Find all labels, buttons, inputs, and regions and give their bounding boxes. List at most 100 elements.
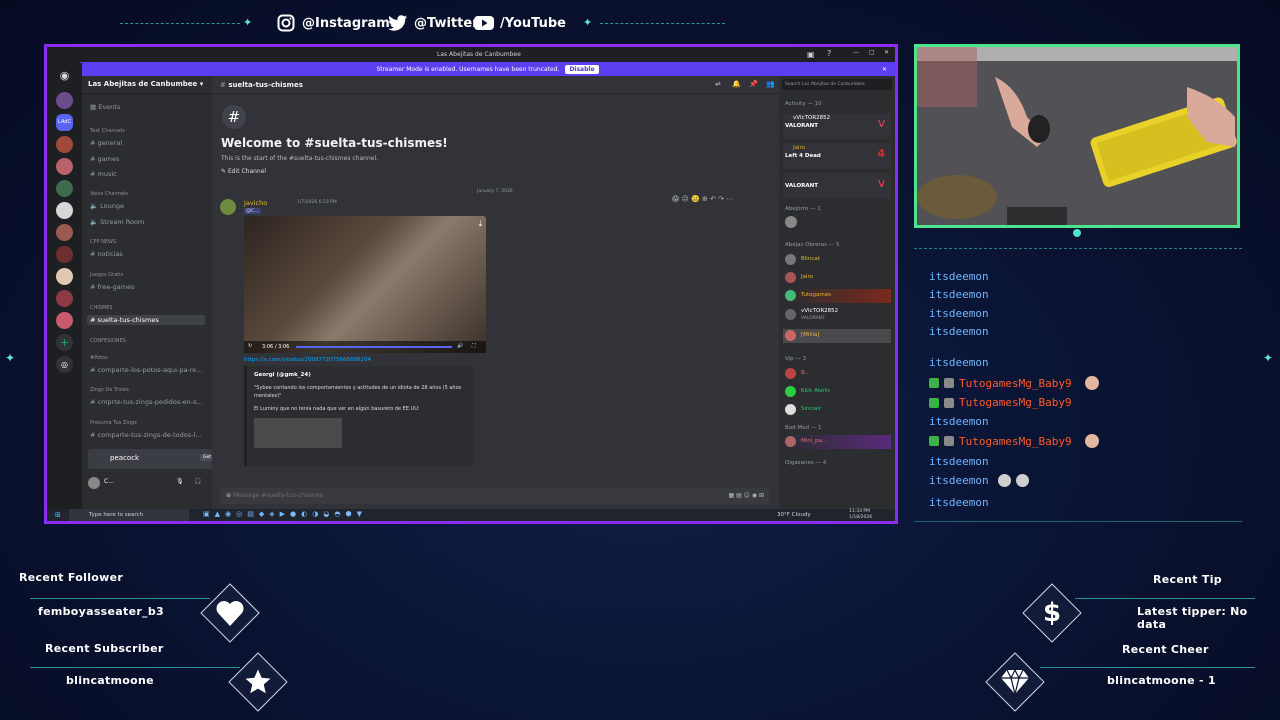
category-chismes[interactable]: CHISMES bbox=[90, 305, 113, 311]
member-section-header: Abejas Obreras — 5 bbox=[785, 242, 840, 248]
category-confesiones[interactable]: CONFESIONES bbox=[90, 338, 126, 344]
play-icon[interactable]: ↻ bbox=[248, 343, 252, 349]
avatar bbox=[785, 254, 796, 265]
help-icon[interactable]: ? bbox=[827, 49, 831, 58]
voice-channel-lounge[interactable]: 🔈 Lounge bbox=[90, 202, 124, 210]
member-item[interactable]: B... bbox=[783, 367, 891, 381]
avatar[interactable] bbox=[785, 216, 797, 228]
instagram-label: @Instagram bbox=[302, 15, 390, 31]
member-item[interactable]: Tutogames bbox=[783, 289, 891, 303]
server-icon[interactable] bbox=[56, 290, 73, 307]
minimize-icon[interactable]: — bbox=[853, 49, 859, 56]
add-server-icon[interactable]: + bbox=[56, 334, 73, 351]
member-item[interactable]: [Milila] bbox=[783, 329, 891, 343]
channel-music[interactable]: # music bbox=[90, 170, 117, 178]
reply-mention: @C... bbox=[244, 208, 262, 214]
members-search-input[interactable]: Search Las Abejitas de Canbumbee bbox=[782, 79, 892, 90]
server-icon[interactable] bbox=[56, 180, 73, 197]
accent-line bbox=[1075, 598, 1255, 599]
server-icon[interactable] bbox=[56, 268, 73, 285]
server-icon[interactable] bbox=[56, 92, 73, 109]
edit-channel-link[interactable]: ✎ Edit Channel bbox=[221, 168, 266, 175]
category-zings-presume[interactable]: Presume Tus Zings bbox=[90, 420, 137, 426]
message-reactions-toolbar[interactable]: 😱 😐 🤐 ⊕ ↶ ↷ ⋯ bbox=[672, 195, 733, 203]
composer-placeholder: Message #suelta-tus-chismes bbox=[232, 492, 323, 499]
channel-games[interactable]: # games bbox=[90, 155, 119, 163]
threads-icon[interactable]: ⇌ bbox=[715, 80, 721, 88]
members-toggle-icon[interactable]: 👥 bbox=[766, 80, 775, 88]
avatar[interactable] bbox=[88, 477, 100, 489]
tweet-link[interactable]: https://x.com/i/status/20087720756666862… bbox=[244, 357, 371, 363]
peacock-label: peacock bbox=[110, 454, 140, 462]
activity-card[interactable]: vVIcTOR2852 VALORANT V bbox=[783, 113, 891, 139]
server-icon[interactable] bbox=[56, 158, 73, 175]
discover-icon[interactable]: ◎ bbox=[56, 356, 73, 373]
discord-home-icon[interactable]: ◉ bbox=[56, 67, 73, 84]
category-text-channels[interactable]: Text Channels bbox=[90, 128, 125, 134]
server-icon[interactable] bbox=[56, 246, 73, 263]
windows-start-icon[interactable]: ⊞ bbox=[55, 511, 61, 519]
disable-streamer-mode-button[interactable]: Disable bbox=[565, 64, 599, 74]
instagram-link[interactable]: @Instagram bbox=[276, 13, 390, 33]
message-author[interactable]: Javicho bbox=[244, 199, 267, 207]
pin-icon[interactable]: 📌 bbox=[749, 80, 758, 88]
member-item[interactable]: vVIcTOR2852 VALORANT bbox=[783, 307, 891, 325]
composer-tools[interactable]: ▦ ▤ ☺ ◉ ⊞ bbox=[729, 492, 764, 499]
channel-label: cmprte-tus-zings-pedidos-en-s... bbox=[97, 398, 203, 406]
member-item[interactable]: Kick Alerts bbox=[783, 385, 891, 399]
member-item[interactable]: Jairo bbox=[783, 271, 891, 285]
download-icon[interactable]: ⤓ bbox=[478, 219, 482, 229]
avatar[interactable] bbox=[220, 199, 236, 215]
channel-potos[interactable]: # comparte-los-potos-aqui-pa-re... bbox=[90, 366, 203, 374]
channel-zings-troleo[interactable]: # cmprte-tus-zings-pedidos-en-s... bbox=[90, 398, 203, 406]
seek-bar[interactable] bbox=[296, 346, 452, 348]
taskbar-apps[interactable]: ▣▲◉◎▤◆◈▶●◐◑◒◓⬢▼ bbox=[203, 510, 367, 518]
member-item[interactable]: Sinclair bbox=[783, 403, 891, 417]
channel-general[interactable]: # general bbox=[90, 139, 122, 147]
member-name: Jairo bbox=[801, 274, 814, 280]
server-name: Las Abejitas de Canbumbee bbox=[88, 80, 198, 88]
member-item[interactable]: Mini_pa... bbox=[783, 435, 891, 449]
message-composer[interactable]: ⊕ Message #suelta-tus-chismes ▦ ▤ ☺ ◉ ⊞ bbox=[220, 488, 770, 504]
microphone-icon[interactable]: 🎙 bbox=[176, 478, 184, 485]
member-list: Search Las Abejitas de Canbumbee Activit… bbox=[779, 76, 895, 509]
headphones-icon[interactable]: 🎧 bbox=[194, 478, 201, 485]
attach-plus-icon[interactable]: ⊕ bbox=[226, 492, 233, 499]
channel-free-games[interactable]: # free-games bbox=[90, 283, 135, 291]
server-icon[interactable] bbox=[56, 202, 73, 219]
category-voice-channels[interactable]: Voice Channels bbox=[90, 191, 128, 197]
voice-channel-stream-room[interactable]: 🔈 Stream Room bbox=[90, 218, 144, 226]
inbox-icon[interactable]: ▣ bbox=[807, 50, 815, 59]
chat-username: itsdeemon bbox=[929, 496, 989, 509]
server-icon[interactable] bbox=[56, 224, 73, 241]
channel-label: general bbox=[97, 139, 123, 147]
server-icon[interactable] bbox=[56, 312, 73, 329]
video-attachment[interactable]: ⤓ ↻ 3:06 / 3:06 🔊 ⛶ bbox=[244, 216, 486, 353]
server-icon[interactable]: LAdC bbox=[56, 114, 73, 131]
server-icon[interactable] bbox=[56, 136, 73, 153]
activity-card[interactable]: VALORANT V bbox=[783, 173, 891, 199]
left-ornament: ✦ bbox=[5, 351, 16, 365]
volume-icon[interactable]: 🔊 bbox=[457, 343, 463, 349]
close-window-icon[interactable]: ✕ bbox=[884, 49, 889, 56]
events-item[interactable]: ▦ Events bbox=[90, 103, 120, 111]
channel-noticias[interactable]: # noticias bbox=[90, 250, 123, 258]
youtube-link[interactable]: /YouTube bbox=[474, 13, 566, 33]
member-item[interactable]: Blincat bbox=[783, 253, 891, 267]
category-juegos-gratis[interactable]: Juegos Gratis bbox=[90, 272, 123, 278]
channel-suelta-tus-chismes[interactable]: # suelta-tus-chismes bbox=[87, 315, 205, 325]
fullscreen-icon[interactable]: ⛶ bbox=[472, 343, 476, 349]
activity-card[interactable]: Jairo Left 4 Dead 4 bbox=[783, 143, 891, 169]
twitter-link[interactable]: @Twitter bbox=[388, 13, 479, 33]
channel-zings-presume[interactable]: # comparte-tus-zings-de-todos-l... bbox=[90, 431, 202, 439]
banner-close-icon[interactable]: ✕ bbox=[882, 66, 887, 73]
embed-image[interactable] bbox=[254, 418, 342, 448]
category-zings-troleo[interactable]: Zings De Troleo bbox=[90, 387, 129, 393]
taskbar-search-input[interactable]: Type here to search bbox=[69, 509, 189, 521]
bell-icon[interactable]: 🔔 bbox=[732, 80, 741, 88]
maximize-icon[interactable]: □ bbox=[869, 49, 875, 56]
category-cpp-news[interactable]: CPP NEWS bbox=[90, 239, 116, 245]
category-potos[interactable]: #Potos bbox=[90, 355, 108, 361]
chat-message: TutogamesMg_Baby9 bbox=[929, 376, 1099, 390]
server-header[interactable]: Las Abejitas de Canbumbee ▾ bbox=[82, 76, 212, 94]
